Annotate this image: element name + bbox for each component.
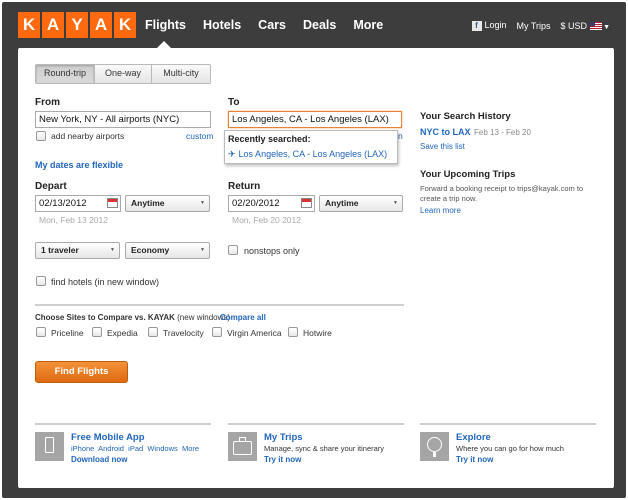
priceline-label: Priceline xyxy=(51,328,84,338)
virgin-america-label: Virgin America xyxy=(227,328,282,338)
from-label: From xyxy=(35,97,60,108)
globe-icon xyxy=(420,432,449,461)
depart-date-hint: Mon, Feb 13 2012 xyxy=(39,215,108,225)
expedia-checkbox[interactable] xyxy=(92,327,102,337)
divider xyxy=(35,304,404,306)
compare-sites-heading: Choose Sites to Compare vs. KAYAK (new w… xyxy=(35,313,230,322)
travelocity-label: Travelocity xyxy=(163,328,204,338)
recent-item-label: Los Angeles, CA - Los Angeles (LAX) xyxy=(238,149,388,159)
upcoming-trips-title: Your Upcoming Trips xyxy=(420,169,516,180)
nearby-airports-label: add nearby airports xyxy=(51,131,125,141)
find-flights-button[interactable]: Find Flights xyxy=(35,361,128,383)
caret-down-icon: ▼ xyxy=(603,23,610,31)
compare-all-link[interactable]: Compare all xyxy=(220,313,266,322)
search-history-title: Your Search History xyxy=(420,111,511,122)
return-calendar-icon[interactable] xyxy=(301,198,312,208)
expedia-label: Expedia xyxy=(107,328,138,338)
tab-multi-city[interactable]: Multi-city xyxy=(152,65,210,83)
platform-link[interactable]: iPad xyxy=(128,444,143,453)
to-input[interactable]: Los Angeles, CA - Los Angeles (LAX) xyxy=(228,111,402,128)
facebook-icon: f xyxy=(471,21,482,31)
platform-link[interactable]: iPhone xyxy=(71,444,94,453)
mobile-platforms: iPhone Android iPad Windows More xyxy=(71,444,199,453)
priceline-checkbox[interactable] xyxy=(36,327,46,337)
find-hotels-label: find hotels (in new window) xyxy=(51,277,160,287)
depart-label: Depart xyxy=(35,181,67,192)
nearby-airports-checkbox[interactable] xyxy=(36,131,46,141)
depart-calendar-icon[interactable] xyxy=(107,198,118,208)
nav-flights[interactable]: Flights xyxy=(145,18,186,48)
header-right: f Login My Trips $ USD ▼ xyxy=(471,20,610,31)
platform-link[interactable]: Android xyxy=(98,444,124,453)
nonstop-checkbox[interactable] xyxy=(228,245,238,255)
travelers-select[interactable]: 1 traveler xyxy=(35,242,120,259)
nav-deals[interactable]: Deals xyxy=(303,18,336,32)
nav-more[interactable]: More xyxy=(353,18,383,32)
us-flag-icon xyxy=(590,22,603,31)
explore-title[interactable]: Explore xyxy=(456,432,491,443)
search-panel: Round-trip One-way Multi-city From New Y… xyxy=(18,48,614,488)
hotwire-label: Hotwire xyxy=(303,328,332,338)
suitcase-icon xyxy=(228,432,257,461)
virgin-america-checkbox[interactable] xyxy=(212,327,222,337)
app-window: K A Y A K Flights Hotels Cars Deals More… xyxy=(2,2,626,498)
logo-letter: A xyxy=(42,12,64,38)
return-time-select[interactable]: Anytime xyxy=(319,195,403,212)
upcoming-trips-desc: Forward a booking receipt to trips@kayak… xyxy=(420,184,584,203)
kayak-logo[interactable]: K A Y A K xyxy=(18,12,136,38)
to-label: To xyxy=(228,97,240,108)
nav-hotels[interactable]: Hotels xyxy=(203,18,241,32)
tab-one-way[interactable]: One-way xyxy=(95,65,152,83)
phone-icon xyxy=(35,432,64,461)
explore-desc: Where you can go for how much xyxy=(456,444,564,453)
promo-divider xyxy=(420,423,596,425)
depart-time-select[interactable]: Anytime xyxy=(125,195,210,212)
save-list-link[interactable]: Save this list xyxy=(420,142,465,151)
find-hotels-checkbox[interactable] xyxy=(36,276,46,286)
from-input[interactable]: New York, NY - All airports (NYC) xyxy=(35,111,211,128)
hotwire-checkbox[interactable] xyxy=(288,327,298,337)
explore-try-link[interactable]: Try it now xyxy=(456,455,493,464)
currency-selector[interactable]: $ USD ▼ xyxy=(561,21,610,31)
history-dates: Feb 13 - Feb 20 xyxy=(474,128,531,137)
logo-letter: K xyxy=(18,12,40,38)
tab-round-trip[interactable]: Round-trip xyxy=(36,65,95,83)
return-date-hint: Mon, Feb 20 2012 xyxy=(232,215,301,225)
main-nav: Flights Hotels Cars Deals More xyxy=(145,18,400,48)
platform-link[interactable]: Windows xyxy=(147,444,177,453)
from-custom-link[interactable]: custom xyxy=(186,131,213,141)
logo-letter: K xyxy=(114,12,136,38)
nonstop-label: nonstops only xyxy=(244,246,300,256)
my-trips-try-link[interactable]: Try it now xyxy=(264,455,301,464)
my-trips-title[interactable]: My Trips xyxy=(264,432,303,443)
recent-heading: Recently searched: xyxy=(228,134,311,144)
facebook-login-link[interactable]: f Login xyxy=(471,20,507,31)
logo-letter: Y xyxy=(66,12,88,38)
platform-link[interactable]: More xyxy=(182,444,199,453)
nav-cars[interactable]: Cars xyxy=(258,18,286,32)
recent-search-dropdown: Recently searched: ✈ Los Angeles, CA - Lo… xyxy=(224,130,398,164)
my-trips-desc: Manage, sync & share your itinerary xyxy=(264,444,385,453)
cabin-select[interactable]: Economy xyxy=(125,242,210,259)
promo-divider xyxy=(35,423,211,425)
trip-type-tabs: Round-trip One-way Multi-city xyxy=(35,64,211,84)
download-now-link[interactable]: Download now xyxy=(71,455,127,464)
promo-divider xyxy=(228,423,404,425)
travelocity-checkbox[interactable] xyxy=(148,327,158,337)
to-custom-link[interactable]: n xyxy=(398,131,403,141)
my-trips-link[interactable]: My Trips xyxy=(517,21,551,31)
history-route-link[interactable]: NYC to LAX xyxy=(420,127,471,137)
flexible-dates-link[interactable]: My dates are flexible xyxy=(35,160,123,170)
compare-title: Choose Sites to Compare vs. KAYAK xyxy=(35,313,175,322)
login-label: Login xyxy=(484,20,507,30)
plane-icon: ✈ xyxy=(228,149,236,159)
logo-letter: A xyxy=(90,12,112,38)
mobile-app-title[interactable]: Free Mobile App xyxy=(71,432,145,443)
return-label: Return xyxy=(228,181,261,192)
learn-more-link[interactable]: Learn more xyxy=(420,206,461,215)
currency-label: $ USD xyxy=(560,20,588,31)
recent-item[interactable]: ✈ Los Angeles, CA - Los Angeles (LAX) xyxy=(228,149,387,160)
